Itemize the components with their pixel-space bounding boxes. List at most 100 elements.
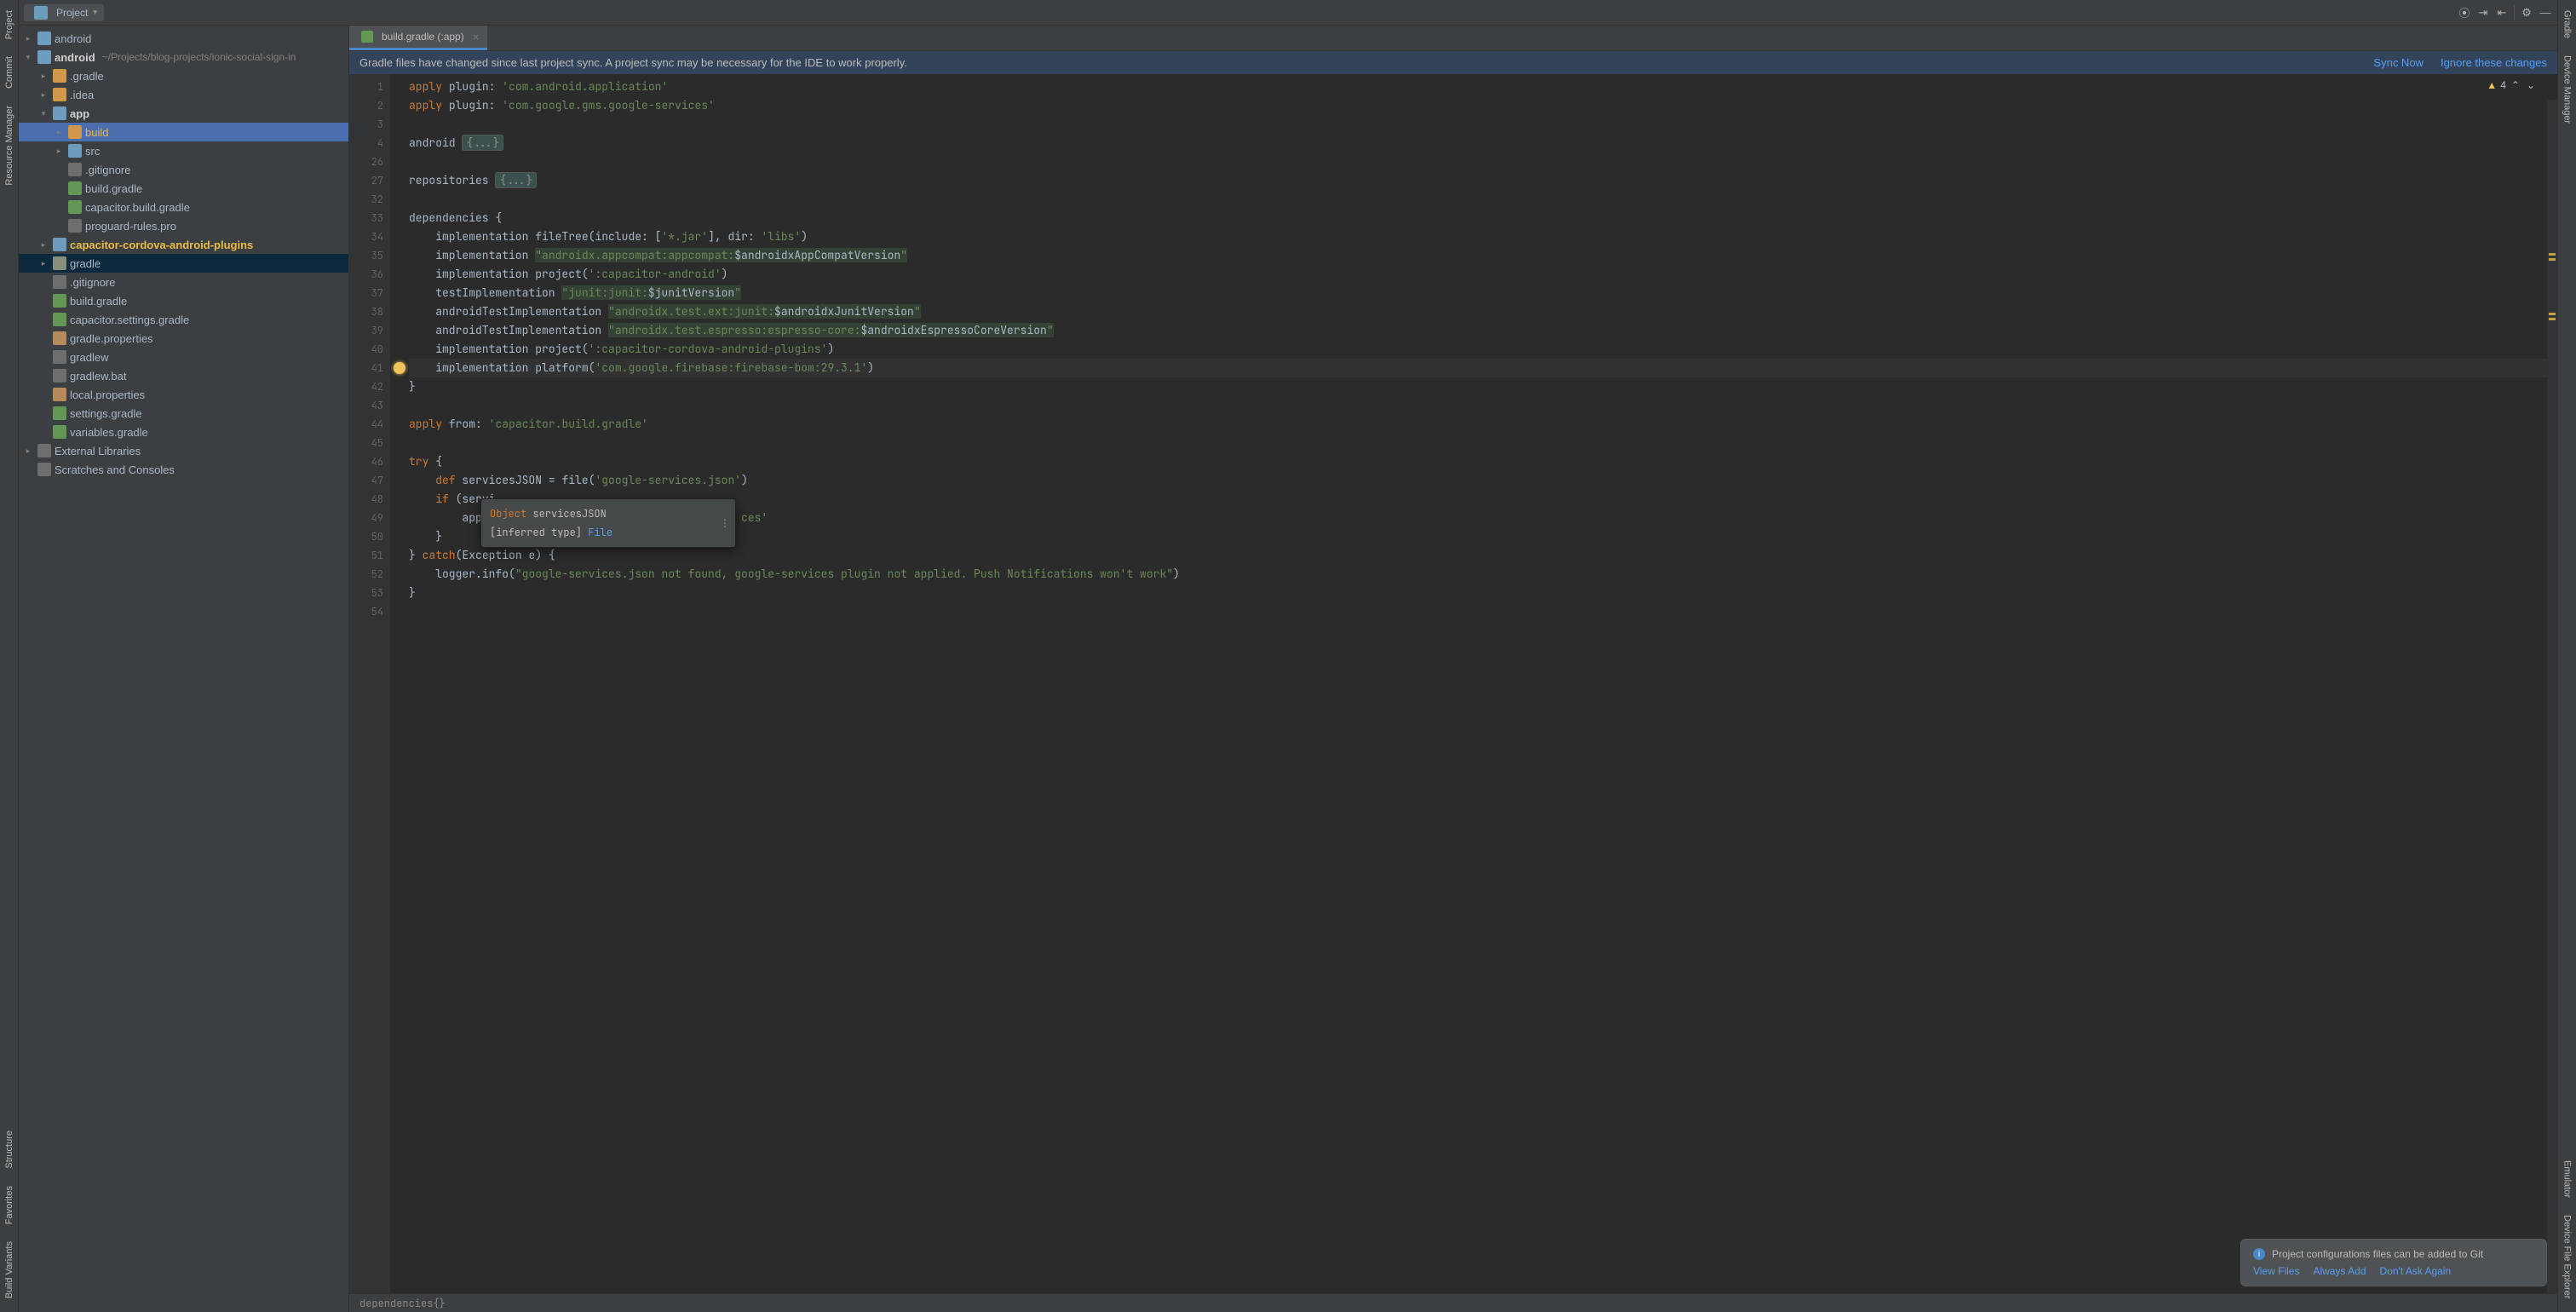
tree-twisty-icon[interactable] <box>37 259 49 268</box>
locate-icon[interactable]: ⦿ <box>2458 6 2471 20</box>
code-line[interactable]: android {...} <box>409 134 2557 152</box>
line-number[interactable]: 35 <box>353 246 383 265</box>
line-number[interactable]: 3 <box>353 115 383 134</box>
line-number[interactable]: 4 <box>353 134 383 152</box>
line-number[interactable]: 26 <box>353 152 383 171</box>
tree-row[interactable]: .gitignore <box>19 160 348 179</box>
tree-row[interactable]: capacitor.build.gradle <box>19 198 348 216</box>
editor-breadcrumb[interactable]: dependencies{} <box>349 1293 2557 1312</box>
tree-row[interactable]: capacitor-cordova-android-plugins <box>19 235 348 254</box>
line-number[interactable]: 32 <box>353 190 383 209</box>
notif-dont-ask[interactable]: Don't Ask Again <box>2380 1265 2452 1277</box>
code-line[interactable] <box>409 396 2557 415</box>
code-line[interactable]: implementation project(':capacitor-andro… <box>409 265 2557 284</box>
line-number[interactable]: 49 <box>353 509 383 527</box>
right-tab-gradle[interactable]: Gradle <box>2561 3 2574 45</box>
tree-twisty-icon[interactable] <box>22 34 34 43</box>
line-number[interactable]: 45 <box>353 434 383 452</box>
left-tab-structure[interactable]: Structure <box>3 1124 16 1176</box>
line-number[interactable]: 36 <box>353 265 383 284</box>
tree-twisty-icon[interactable] <box>37 72 49 81</box>
stripe-mark[interactable] <box>2549 253 2556 256</box>
tree-row[interactable]: External Libraries <box>19 441 348 460</box>
code-line[interactable] <box>409 434 2557 452</box>
line-number[interactable]: 42 <box>353 377 383 396</box>
inspection-widget[interactable]: ▲ 4 ⌃ ⌄ <box>2487 79 2537 91</box>
code-line[interactable]: implementation "androidx.appcompat:appco… <box>409 246 2557 265</box>
code-line[interactable]: apply plugin: 'com.android.application' <box>409 78 2557 96</box>
tree-row[interactable]: .gitignore <box>19 273 348 291</box>
code-line[interactable]: } <box>409 377 2557 396</box>
line-number[interactable]: 34 <box>353 227 383 246</box>
code-line[interactable] <box>409 115 2557 134</box>
tree-twisty-icon[interactable] <box>53 128 65 137</box>
notif-view-files[interactable]: View Files <box>2253 1265 2299 1277</box>
left-tab-build-variants[interactable]: Build Variants <box>3 1234 16 1305</box>
line-number[interactable]: 44 <box>353 415 383 434</box>
line-number[interactable]: 53 <box>353 584 383 602</box>
code-line[interactable]: } catch(Exception e) { <box>409 546 2557 565</box>
line-number[interactable]: 2 <box>353 96 383 115</box>
tree-twisty-icon[interactable] <box>37 240 49 250</box>
tree-twisty-icon[interactable] <box>22 53 34 62</box>
right-tab-emulator[interactable]: Emulator <box>2561 1154 2574 1205</box>
code-line[interactable]: implementation project(':capacitor-cordo… <box>409 340 2557 359</box>
left-tab-favorites[interactable]: Favorites <box>3 1179 16 1231</box>
stripe-mark[interactable] <box>2549 313 2556 315</box>
tree-row[interactable]: gradlew.bat <box>19 366 348 385</box>
line-number[interactable]: 38 <box>353 302 383 321</box>
code-line[interactable]: androidTestImplementation "androidx.test… <box>409 321 2557 340</box>
collapse-icon[interactable]: ⇤ <box>2495 6 2509 20</box>
tree-twisty-icon[interactable] <box>37 90 49 100</box>
project-view-selector[interactable]: Project ▾ <box>24 4 104 21</box>
code-line[interactable]: implementation fileTree(include: ['*.jar… <box>409 227 2557 246</box>
line-number[interactable]: 33 <box>353 209 383 227</box>
hide-icon[interactable]: — <box>2539 6 2552 20</box>
line-number[interactable]: 47 <box>353 471 383 490</box>
code-line[interactable]: def servicesJSON = file('google-services… <box>409 471 2557 490</box>
intention-bulb-icon[interactable] <box>394 362 405 374</box>
right-tab-device-manager[interactable]: Device Manager <box>2561 49 2574 130</box>
code-line[interactable]: androidTestImplementation "androidx.test… <box>409 302 2557 321</box>
left-tab-resource-manager[interactable]: Resource Manager <box>3 99 16 193</box>
breadcrumb-item[interactable]: dependencies{} <box>359 1297 446 1310</box>
stripe-mark[interactable] <box>2549 318 2556 320</box>
tree-twisty-icon[interactable] <box>53 147 65 156</box>
code-line[interactable]: try { <box>409 452 2557 471</box>
line-number[interactable]: 37 <box>353 284 383 302</box>
line-number[interactable]: 27 <box>353 171 383 190</box>
tree-row[interactable]: android~/Projects/blog-projects/ionic-so… <box>19 48 348 66</box>
tree-row[interactable]: gradlew <box>19 348 348 366</box>
code-line[interactable]: repositories {...} <box>409 171 2557 190</box>
tree-row[interactable]: capacitor.settings.gradle <box>19 310 348 329</box>
code-line[interactable]: logger.info("google-services.json not fo… <box>409 565 2557 584</box>
ignore-changes-link[interactable]: Ignore these changes <box>2441 56 2547 69</box>
tree-twisty-icon[interactable] <box>22 446 34 456</box>
tree-row[interactable]: src <box>19 141 348 160</box>
project-tree[interactable]: androidandroid~/Projects/blog-projects/i… <box>19 26 349 1312</box>
line-number[interactable]: 50 <box>353 527 383 546</box>
tree-row[interactable]: local.properties <box>19 385 348 404</box>
code-line[interactable] <box>409 190 2557 209</box>
line-number[interactable]: 43 <box>353 396 383 415</box>
tree-row[interactable]: build <box>19 123 348 141</box>
line-number[interactable]: 40 <box>353 340 383 359</box>
tree-row[interactable]: .idea <box>19 85 348 104</box>
code-line[interactable]: testImplementation "junit:junit:$junitVe… <box>409 284 2557 302</box>
code-line[interactable]: dependencies { <box>409 209 2557 227</box>
tree-row[interactable]: Scratches and Consoles <box>19 460 348 479</box>
code-line[interactable]: implementation platform('com.google.fire… <box>409 359 2557 377</box>
right-tab-device-file-explorer[interactable]: Device File Explorer <box>2561 1208 2574 1305</box>
line-number[interactable]: 41 <box>353 359 383 377</box>
tree-row[interactable]: gradle <box>19 254 348 273</box>
gear-icon[interactable]: ⚙ <box>2520 6 2533 20</box>
tree-row[interactable]: app <box>19 104 348 123</box>
tree-row[interactable]: gradle.properties <box>19 329 348 348</box>
code-line[interactable]: apply from: 'capacitor.build.gradle' <box>409 415 2557 434</box>
tree-row[interactable]: settings.gradle <box>19 404 348 423</box>
code-line[interactable]: } <box>409 584 2557 602</box>
tree-row[interactable]: build.gradle <box>19 291 348 310</box>
expand-icon[interactable]: ⇥ <box>2476 6 2490 20</box>
code-line[interactable]: apply plugin: 'com.google.gms.google-ser… <box>409 96 2557 115</box>
notif-always-add[interactable]: Always Add <box>2313 1265 2366 1277</box>
